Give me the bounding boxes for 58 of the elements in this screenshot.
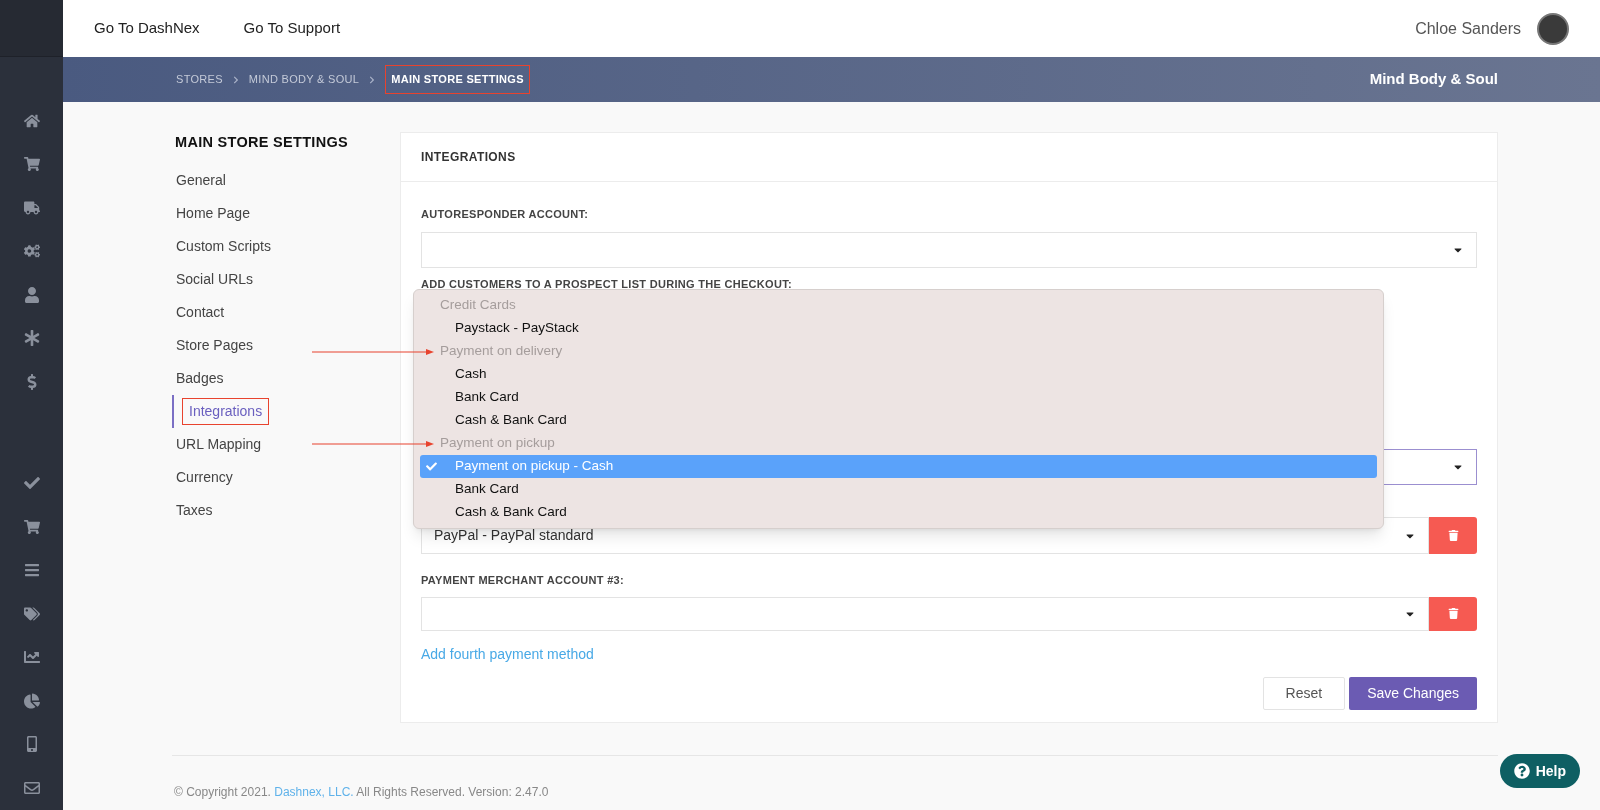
trash-icon <box>1447 530 1459 541</box>
card-title: INTEGRATIONS <box>421 149 516 166</box>
settings-menu-item[interactable]: General <box>176 169 226 191</box>
cart-icon[interactable] <box>23 518 40 535</box>
settings-menu-item[interactable]: Home Page <box>176 202 250 224</box>
settings-menu-item[interactable]: Currency <box>176 466 233 488</box>
field-label: AUTORESPONDER ACCOUNT: <box>421 207 590 222</box>
reset-button[interactable]: Reset <box>1262 676 1346 710</box>
check-icon <box>426 461 437 472</box>
truck-icon[interactable] <box>23 199 40 216</box>
user-icon[interactable] <box>23 286 40 303</box>
chevron-icon <box>368 75 377 84</box>
top-nav-link[interactable]: Go To DashNex <box>94 17 200 40</box>
field-label: ADD CUSTOMERS TO A PROSPECT LIST DURING THE CHECKOUT: <box>421 276 793 292</box>
select-value: PayPal - PayPal standard <box>434 526 595 545</box>
avatar[interactable] <box>1537 12 1569 45</box>
delete-button[interactable] <box>1429 517 1477 554</box>
settings-menu-item[interactable]: Store Pages <box>176 334 254 356</box>
gears-icon[interactable] <box>23 243 40 260</box>
pie-chart-icon[interactable] <box>23 692 40 709</box>
option-group-label: Payment on delivery <box>440 342 563 361</box>
settings-menu-item[interactable]: Badges <box>176 367 224 389</box>
home-icon[interactable] <box>23 112 40 129</box>
store-name: Mind Body & Soul <box>1369 69 1498 90</box>
settings-menu-item[interactable]: URL Mapping <box>176 433 262 455</box>
breadcrumb-link[interactable]: MIND BODY & SOUL <box>248 71 360 88</box>
option-group-label: Credit Cards <box>440 296 516 315</box>
settings-menu-item[interactable]: Social URLs <box>176 268 254 290</box>
cart-icon[interactable] <box>23 156 40 173</box>
trash-icon <box>1447 608 1459 619</box>
envelope-icon[interactable] <box>23 779 40 796</box>
top-nav-link[interactable]: Go To Support <box>243 17 341 40</box>
chevron-icon <box>231 75 240 84</box>
save-button[interactable]: Save Changes <box>1349 676 1477 710</box>
option-group-label: Payment on pickup <box>440 434 555 453</box>
dropdown-option[interactable]: Cash <box>420 363 1377 386</box>
breadcrumb-link[interactable]: STORES <box>176 71 223 88</box>
line-chart-icon[interactable] <box>23 649 40 666</box>
dropdown-option[interactable]: Paystack - PayStack <box>420 317 1377 340</box>
asterisk-icon[interactable] <box>23 330 40 347</box>
list-icon[interactable] <box>23 562 40 579</box>
settings-title: MAIN STORE SETTINGS <box>174 133 349 152</box>
user-name[interactable]: Chloe Sanders <box>1415 16 1521 41</box>
dropdown-option[interactable]: Bank Card <box>420 386 1377 409</box>
tags-icon[interactable] <box>23 605 40 622</box>
dropdown-option[interactable]: Cash & Bank Card <box>420 409 1377 432</box>
check-icon[interactable] <box>23 475 40 492</box>
settings-menu-item[interactable]: Custom Scripts <box>176 235 271 257</box>
help-button[interactable]: Help <box>1499 754 1580 788</box>
breadcrumb-link[interactable]: MAIN STORE SETTINGS <box>385 65 530 94</box>
delete-button[interactable] <box>1429 596 1477 631</box>
dropdown-option[interactable]: Bank Card <box>420 478 1377 501</box>
help-icon <box>1513 763 1530 779</box>
copyright-text: © Copyright 2021. Dashnex, LLC. All Rights Reserved. Version: 2.47.0 <box>174 784 550 801</box>
field-label: PAYMENT MERCHANT ACCOUNT #3: <box>421 573 625 588</box>
settings-menu-item[interactable]: Taxes <box>176 499 213 521</box>
settings-menu-item[interactable]: Contact <box>176 301 225 323</box>
settings-menu-item[interactable]: Integrations <box>182 397 270 425</box>
